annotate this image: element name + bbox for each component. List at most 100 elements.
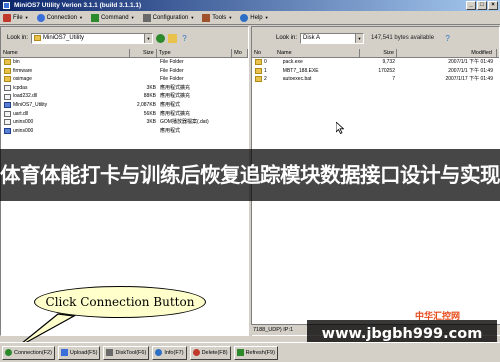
file-name: bin bbox=[13, 59, 20, 65]
menu-help-label: Help bbox=[250, 14, 263, 21]
go-icon[interactable] bbox=[156, 33, 166, 43]
window-title: MiniOS7 Utility Verion 3.1.1 (build 3.1.… bbox=[14, 2, 142, 9]
help-icon[interactable]: ? bbox=[443, 34, 452, 43]
list-item[interactable]: 2 autoexec.bat 7 2007/1/17 下午 01:49 bbox=[252, 75, 499, 84]
file-name: load232.dll bbox=[13, 93, 38, 100]
file-name: autoexec.bat bbox=[282, 76, 312, 83]
list-item[interactable]: unins000 3KB GOM播放器檔案(.dat) bbox=[1, 118, 248, 127]
disk-tool-button[interactable]: DiskTool(F6) bbox=[103, 345, 150, 360]
list-item[interactable]: unins000 應用程式 bbox=[1, 127, 248, 136]
menu-connection[interactable]: Connection ▼ bbox=[36, 13, 83, 22]
info-icon bbox=[155, 349, 163, 356]
file-name: MBT7_188.EXE bbox=[282, 67, 319, 74]
menu-configuration-label: Configuration bbox=[152, 14, 189, 21]
column-modified[interactable]: Modified bbox=[397, 49, 497, 57]
info-button-label: Info(F7) bbox=[164, 349, 184, 356]
column-name[interactable]: Name bbox=[1, 49, 130, 57]
local-list-header: Name Size Type Mo bbox=[1, 49, 248, 58]
column-no: No bbox=[254, 49, 262, 56]
upload-button[interactable]: Upload(F5) bbox=[57, 345, 101, 360]
file-size: 170252 bbox=[378, 67, 395, 74]
file-icon bbox=[255, 67, 262, 74]
menu-command-label: Command bbox=[100, 14, 129, 21]
minimize-button[interactable]: _ bbox=[466, 1, 476, 10]
module-look-in-label: Look in: bbox=[276, 35, 298, 41]
refresh-button-label: Refresh(F9) bbox=[245, 349, 275, 356]
tools-icon bbox=[202, 13, 211, 22]
file-name: MiniOS7_Utility bbox=[13, 101, 48, 108]
column-no-name[interactable]: No Name bbox=[252, 49, 360, 57]
list-item[interactable]: 0 pack.exe 9,732 2007/1/1 下午 01:49 bbox=[252, 58, 499, 67]
file-type: 應用程式擴充 bbox=[160, 84, 191, 91]
file-icon bbox=[4, 93, 11, 100]
refresh-icon bbox=[236, 349, 244, 356]
command-icon bbox=[90, 13, 99, 22]
menu-tools[interactable]: Tools ▼ bbox=[202, 13, 232, 22]
connection-button[interactable]: Connection(F2) bbox=[2, 345, 55, 360]
file-size: 3KB bbox=[146, 119, 156, 126]
configuration-icon bbox=[142, 13, 151, 22]
file-type: File Folder bbox=[160, 67, 184, 74]
file-type: 應用程式擴充 bbox=[160, 93, 191, 100]
file-no: 1 bbox=[264, 67, 267, 74]
file-size: 3KB bbox=[146, 84, 156, 91]
file-no: 2 bbox=[264, 76, 267, 83]
chevron-down-icon[interactable]: ▼ bbox=[144, 33, 153, 43]
delete-icon bbox=[192, 349, 200, 356]
up-folder-icon[interactable] bbox=[168, 33, 178, 43]
bottom-toolbar: Connection(F2) Upload(F5) DiskTool(F6) I… bbox=[0, 342, 500, 362]
window-controls: _ □ × bbox=[466, 1, 498, 10]
folder-icon bbox=[34, 35, 42, 41]
free-space-text: 147,541 bytes available bbox=[371, 35, 435, 41]
disk-tool-button-label: DiskTool(F6) bbox=[115, 349, 147, 356]
folder-icon bbox=[4, 59, 11, 66]
app-icon bbox=[3, 2, 10, 9]
file-type: GOM播放器檔案(.dat) bbox=[160, 119, 209, 126]
list-item[interactable]: icpdas 3KB 應用程式擴充 bbox=[1, 84, 248, 93]
column-modified[interactable]: Mo bbox=[232, 49, 248, 57]
local-look-in-select[interactable]: MiniOS7_Utility ▼ bbox=[31, 32, 154, 44]
disk-tool-icon bbox=[106, 349, 114, 356]
menu-tools-label: Tools bbox=[212, 14, 227, 21]
delete-button[interactable]: Delete(F8) bbox=[189, 345, 231, 360]
chevron-down-icon[interactable]: ▼ bbox=[355, 33, 364, 43]
list-item[interactable]: load232.dll 88KB 應用程式擴充 bbox=[1, 92, 248, 101]
list-item[interactable]: bin File Folder bbox=[1, 58, 248, 67]
column-size[interactable]: Size bbox=[130, 49, 157, 57]
help-icon bbox=[240, 13, 249, 22]
local-look-in-label: Look in: bbox=[7, 35, 29, 41]
column-type[interactable]: Type bbox=[157, 49, 233, 57]
file-name: unins000 bbox=[13, 127, 34, 134]
refresh-button[interactable]: Refresh(F9) bbox=[233, 345, 278, 360]
connection-button-label: Connection(F2) bbox=[14, 349, 52, 356]
list-item[interactable]: firmware File Folder bbox=[1, 67, 248, 76]
help-icon[interactable]: ? bbox=[180, 34, 189, 43]
menu-file-label: File bbox=[13, 14, 23, 21]
list-item[interactable]: MiniOS7_Utility 2,087KB 應用程式 bbox=[1, 101, 248, 110]
module-look-in-bar: Look in: Disk A ▼ 147,541 bytes availabl… bbox=[252, 27, 499, 49]
close-button[interactable]: × bbox=[488, 1, 498, 10]
module-list-header: No Name Size Modified bbox=[252, 49, 499, 58]
mouse-cursor-icon bbox=[336, 122, 344, 134]
file-icon bbox=[4, 85, 11, 92]
file-size: 7 bbox=[392, 76, 395, 83]
menu-help[interactable]: Help ▼ bbox=[240, 13, 269, 22]
list-item[interactable]: uart.dll 56KB 應用程式擴充 bbox=[1, 110, 248, 119]
overlay-banner: 体育体能打卡与训练后恢复追踪模块数据接口设计与实现 bbox=[0, 149, 500, 201]
local-look-in-bar: Look in: MiniOS7_Utility ▼ ? bbox=[1, 27, 248, 49]
info-button[interactable]: Info(F7) bbox=[152, 345, 187, 360]
delete-button-label: Delete(F8) bbox=[201, 349, 228, 356]
exe-icon bbox=[4, 128, 11, 135]
list-item[interactable]: 1 MBT7_188.EXE 170252 2007/1/1 下午 01:49 bbox=[252, 67, 499, 76]
list-item[interactable]: osimage File Folder bbox=[1, 75, 248, 84]
module-look-in-select[interactable]: Disk A ▼ bbox=[300, 32, 365, 44]
menu-file[interactable]: File ▼ bbox=[3, 13, 29, 22]
column-size[interactable]: Size bbox=[360, 49, 397, 57]
maximize-button[interactable]: □ bbox=[477, 1, 487, 10]
menu-configuration[interactable]: Configuration ▼ bbox=[142, 13, 194, 22]
file-size: 9,732 bbox=[382, 59, 395, 65]
local-look-in-value: MiniOS7_Utility bbox=[43, 35, 85, 41]
file-modified: 2007/1/1 下午 01:49 bbox=[448, 67, 493, 74]
file-modified: 2007/1/1 下午 01:49 bbox=[448, 59, 493, 65]
menu-command[interactable]: Command ▼ bbox=[90, 13, 135, 22]
